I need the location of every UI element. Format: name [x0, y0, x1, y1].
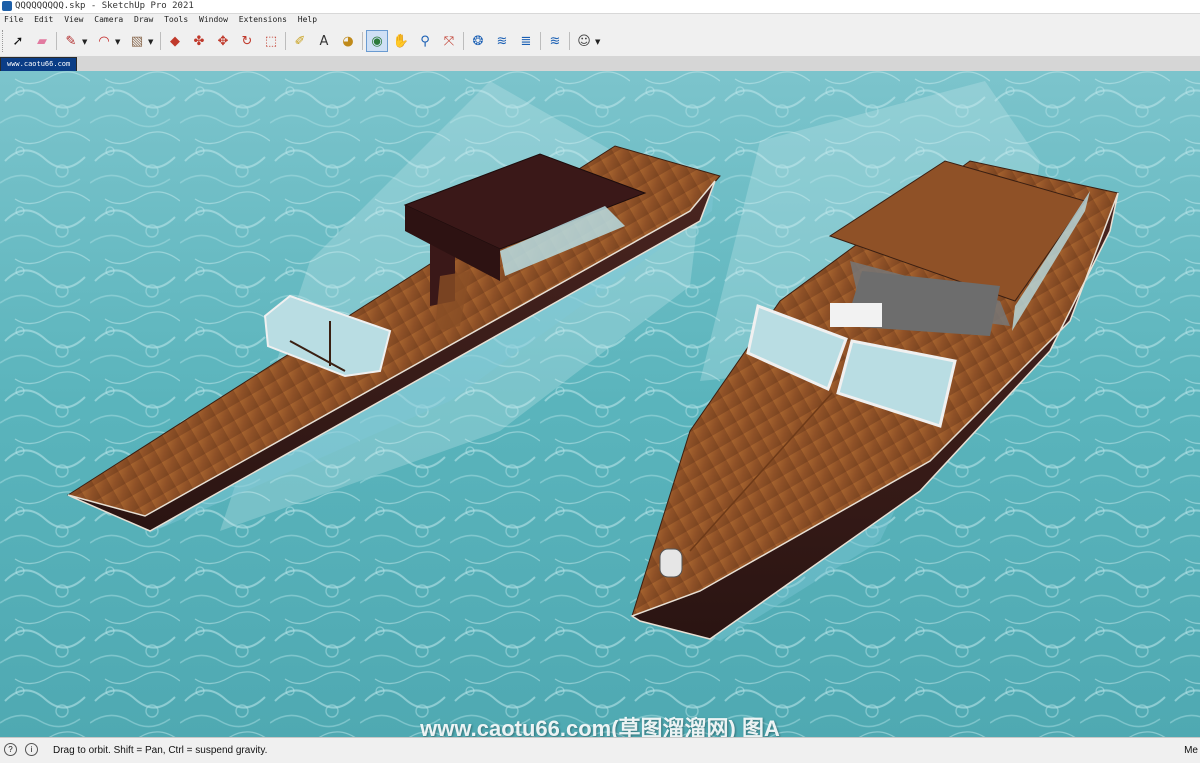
menu-draw[interactable]: Draw [134, 15, 153, 24]
zoom-icon: ⚲ [420, 33, 430, 49]
geo-location-icon[interactable]: ? [4, 743, 17, 756]
rotate-icon: ↻ [241, 33, 253, 49]
paint-bucket-tool[interactable]: ◕ [337, 30, 359, 52]
window-title: QQQQQQQQQ.skp - SketchUp Pro 2021 [15, 1, 194, 11]
menu-help[interactable]: Help [298, 15, 317, 24]
status-message: Drag to orbit. Shift = Pan, Ctrl = suspe… [53, 745, 268, 756]
scene-canvas[interactable] [0, 71, 1200, 737]
layout-tool[interactable]: ≣ [515, 30, 537, 52]
push-pull-tool[interactable]: ◆ [164, 30, 186, 52]
tape-measure-tool[interactable]: ✐ [289, 30, 311, 52]
toolbar-separator [362, 32, 363, 50]
menu-view[interactable]: View [64, 15, 83, 24]
menu-extensions[interactable]: Extensions [239, 15, 287, 24]
menu-tools[interactable]: Tools [164, 15, 188, 24]
extension-manager-icon: ≋ [549, 33, 561, 49]
toolbar-separator [160, 32, 161, 50]
toolbar-separator [56, 32, 57, 50]
profile-tool[interactable]: ☺ [573, 30, 595, 52]
chevron-down-icon[interactable]: ▼ [595, 38, 600, 46]
scale-icon: ⬚ [264, 33, 278, 49]
arrow-icon: ➚ [12, 33, 24, 49]
orbit-icon: ◉ [371, 33, 383, 49]
right-boat-bow-light [659, 548, 683, 578]
model-viewport[interactable]: www.caotu66.com(草图溜溜网) 图A [0, 71, 1200, 737]
info-icon[interactable]: i [25, 743, 38, 756]
scene-tab[interactable]: www.caotu66.com [0, 57, 78, 72]
paint-bucket-icon: ◕ [342, 33, 354, 49]
toolbar-separator [463, 32, 464, 50]
sketchup-logo-icon [2, 1, 12, 11]
arc-tool[interactable]: ◠ [93, 30, 115, 52]
chevron-down-icon[interactable]: ▼ [148, 38, 153, 46]
chevron-down-icon[interactable]: ▼ [115, 38, 120, 46]
scale-tool[interactable]: ⬚ [260, 30, 282, 52]
zoom-extents-tool[interactable]: ⤧ [438, 30, 460, 52]
move-tool[interactable]: ✥ [212, 30, 234, 52]
status-bar: ? i Drag to orbit. Shift = Pan, Ctrl = s… [0, 737, 1200, 763]
shape-tool[interactable]: ▧ [126, 30, 148, 52]
measurements-label: Me [1184, 745, 1198, 756]
extension-warehouse-tool[interactable]: ≋ [491, 30, 513, 52]
eraser-icon: ▰ [37, 33, 47, 49]
toolbar-separator [540, 32, 541, 50]
right-boat-seat [830, 303, 882, 327]
user-icon: ☺ [577, 33, 591, 49]
title-bar: QQQQQQQQQ.skp - SketchUp Pro 2021 [0, 0, 1200, 14]
scene-tab-strip: www.caotu66.com [0, 56, 1200, 72]
rotate-tool[interactable]: ↻ [236, 30, 258, 52]
rectangle-icon: ▧ [130, 33, 144, 49]
select-tool[interactable]: ➚ [7, 30, 29, 52]
menu-camera[interactable]: Camera [94, 15, 123, 24]
push-pull-icon: ◆ [170, 33, 180, 49]
move-icon: ✥ [217, 33, 229, 49]
chevron-down-icon[interactable]: ▼ [82, 38, 87, 46]
extension-icon: ≋ [496, 33, 508, 49]
arc-icon: ◠ [98, 33, 110, 49]
offset-tool[interactable]: ✤ [188, 30, 210, 52]
toolbar-separator [285, 32, 286, 50]
main-toolbar: ➚ ▰ ✎ ▼ ◠ ▼ ▧ ▼ ◆ ✤ ✥ ↻ ⬚ ✐ A ◕ ◉ ✋ ⚲ ⤧ ❂ ≋ ≣ ≋ ☺ ▼ [0, 26, 1200, 56]
line-tool[interactable]: ✎ [60, 30, 82, 52]
text-icon: A [319, 33, 329, 49]
zoom-tool[interactable]: ⚲ [414, 30, 436, 52]
pencil-icon: ✎ [65, 33, 77, 49]
offset-icon: ✤ [193, 33, 205, 49]
menu-window[interactable]: Window [199, 15, 228, 24]
menu-file[interactable]: File [4, 15, 23, 24]
eraser-tool[interactable]: ▰ [31, 30, 53, 52]
menu-bar: File Edit View Camera Draw Tools Window … [0, 14, 1200, 26]
pan-tool[interactable]: ✋ [390, 30, 412, 52]
3d-warehouse-tool[interactable]: ❂ [467, 30, 489, 52]
orbit-tool[interactable]: ◉ [366, 30, 388, 52]
warehouse-icon: ❂ [472, 33, 484, 49]
zoom-extents-icon: ⤧ [443, 33, 455, 49]
layout-icon: ≣ [520, 33, 532, 49]
toolbar-grip[interactable] [2, 30, 6, 52]
text-tool[interactable]: A [313, 30, 335, 52]
menu-edit[interactable]: Edit [34, 15, 53, 24]
tape-icon: ✐ [294, 33, 306, 49]
toolbar-separator [569, 32, 570, 50]
hand-icon: ✋ [392, 33, 410, 49]
extension-manager-tool[interactable]: ≋ [544, 30, 566, 52]
